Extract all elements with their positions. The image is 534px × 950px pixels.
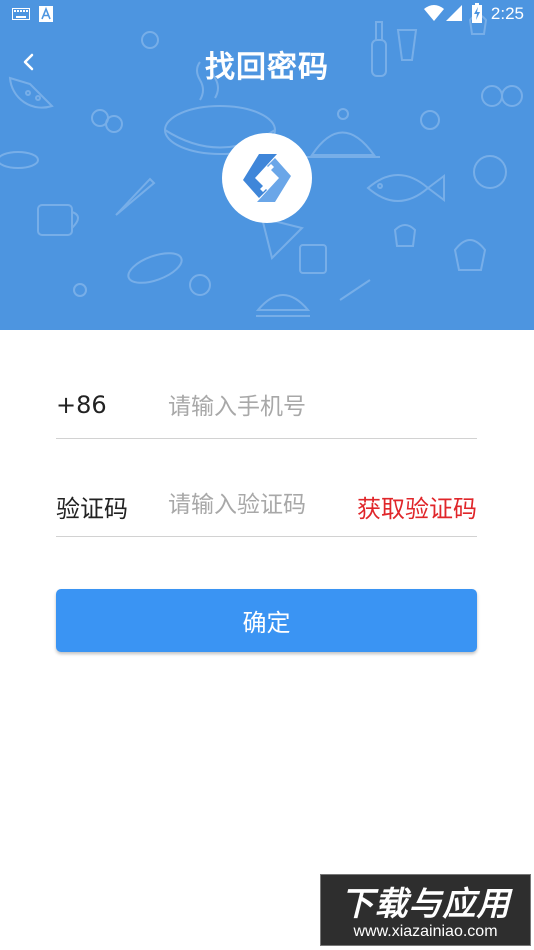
battery-charging-icon (472, 3, 482, 23)
country-code-prefix: +86 (56, 391, 107, 419)
watermark-title: 下载与应用 (340, 884, 511, 923)
watermark: 下载与应用 www.xiazainiao.com (320, 874, 531, 946)
wifi-icon (424, 5, 444, 21)
keyboard-icon (12, 8, 30, 20)
page-title: 找回密码 (205, 50, 329, 85)
status-time: 2:25 (490, 4, 524, 23)
watermark-url: www.xiazainiao.com (353, 923, 498, 940)
signal-icon (446, 5, 462, 21)
verification-code-row: 验证码 获取验证码 (56, 477, 477, 537)
verification-code-label: 验证码 (56, 495, 128, 523)
status-bar: 2:25 (0, 0, 534, 28)
get-code-button[interactable]: 获取验证码 (357, 489, 477, 524)
phone-row: +86 (56, 379, 477, 439)
confirm-button[interactable]: 确定 (56, 589, 477, 652)
app-logo-icon (243, 154, 291, 202)
app-logo (222, 133, 312, 223)
phone-input[interactable] (168, 387, 468, 427)
header-banner: 2:25 找回密码 (0, 0, 534, 330)
verification-code-input[interactable] (168, 485, 338, 525)
a-notification-icon (39, 6, 53, 22)
